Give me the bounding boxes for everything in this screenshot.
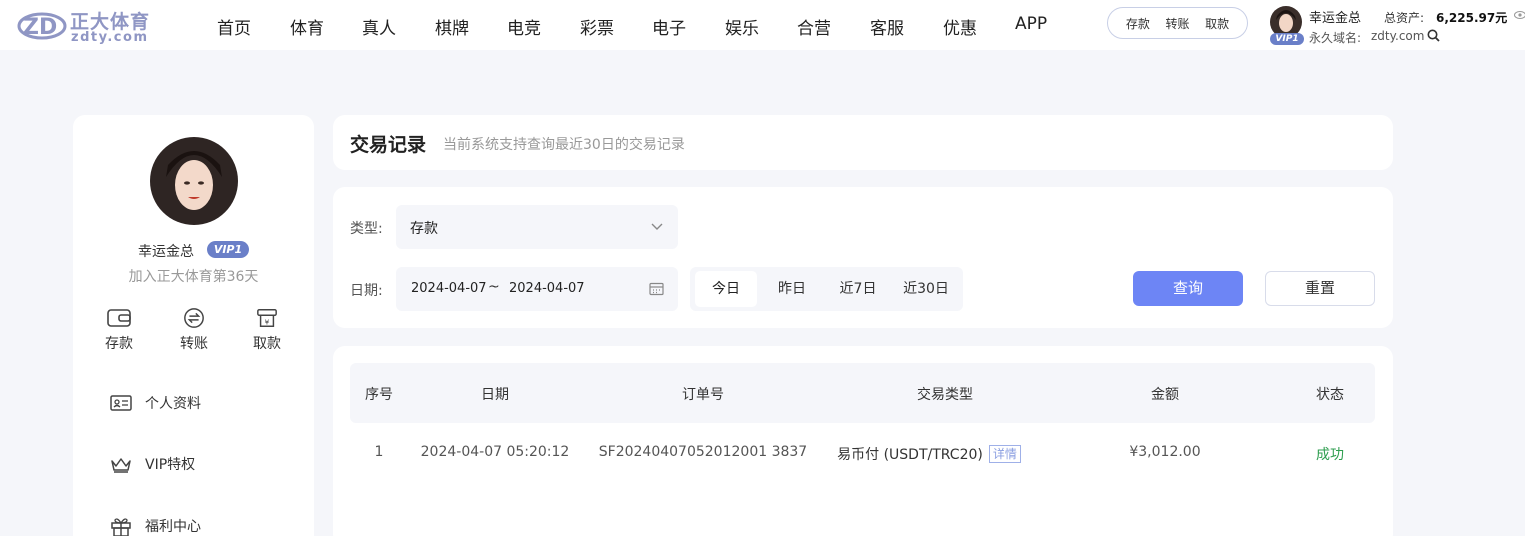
nav-item-affiliate[interactable]: 合营 (797, 14, 831, 39)
quick-range-group: 今日 昨日 近7日 近30日 (690, 267, 963, 311)
sidebar-vip-badge: VIP1 (207, 241, 249, 258)
cell-date: 2024-04-07 05:20:12 (420, 444, 570, 460)
column-header-amount: 金额 (1151, 387, 1179, 403)
range-yesterday-button[interactable]: 昨日 (762, 271, 822, 307)
range-7days-button[interactable]: 近7日 (827, 271, 889, 307)
page-title: 交易记录 (350, 134, 427, 156)
cell-transaction-type: 易币付 (USDT/TRC20) 详情 (824, 444, 1034, 464)
quick-withdraw-label: 取款 (253, 336, 281, 352)
column-header-status: 状态 (1316, 387, 1344, 403)
range-30days-button[interactable]: 近30日 (894, 271, 958, 307)
sidebar-item-label: 个人资料 (145, 396, 201, 412)
brand-domain: zdty.com (71, 30, 149, 45)
date-separator: ~ (488, 279, 500, 295)
header-vip-badge: VIP1 (1270, 33, 1304, 45)
svg-text:ZD: ZD (23, 15, 57, 40)
sidebar-item-vip[interactable]: VIP特权 (109, 452, 195, 476)
transaction-type-text: 易币付 (USDT/TRC20) (837, 447, 983, 463)
chevron-down-icon (651, 223, 663, 230)
date-to-value[interactable]: 2024-04-07 (509, 281, 585, 296)
header-wallet-actions: 存款 转账 取款 (1107, 7, 1248, 39)
table-header: 序号 日期 订单号 交易类型 金额 状态 (350, 363, 1375, 423)
cell-amount: ¥3,012.00 (1129, 444, 1201, 460)
nav-item-entertainment[interactable]: 娱乐 (725, 14, 759, 39)
header-assets-value: 6,225.97元 (1436, 11, 1508, 25)
account-sidebar: 幸运金总 VIP1 加入正大体育第36天 存款 转账 ¥ 取款 个人资料 VIP… (73, 115, 314, 536)
nav-item-live[interactable]: 真人 (362, 14, 396, 39)
query-button[interactable]: 查询 (1133, 271, 1243, 306)
header-domain-label: 永久域名: (1309, 31, 1362, 45)
transaction-type-select[interactable]: 存款 (396, 205, 678, 249)
column-header-order: 订单号 (682, 387, 724, 403)
page-title-card: 交易记录 当前系统支持查询最近30日的交易记录 (333, 115, 1393, 170)
nav-item-promotions[interactable]: 优惠 (943, 14, 977, 39)
nav-item-service[interactable]: 客服 (870, 14, 904, 39)
cell-index: 1 (374, 444, 384, 460)
nav-item-lottery[interactable]: 彩票 (580, 14, 614, 39)
range-today-button[interactable]: 今日 (695, 271, 757, 307)
sidebar-item-profile[interactable]: 个人资料 (109, 391, 201, 415)
header-assets-label: 总资产: (1384, 11, 1425, 25)
column-header-index: 序号 (365, 387, 393, 403)
quick-deposit-button[interactable]: 存款 (94, 307, 144, 353)
wallet-icon (107, 309, 131, 327)
header-transfer-link[interactable]: 转账 (1165, 15, 1189, 32)
header-deposit-link[interactable]: 存款 (1126, 15, 1150, 32)
nav-item-sports[interactable]: 体育 (290, 14, 324, 39)
quick-withdraw-button[interactable]: ¥ 取款 (242, 307, 292, 353)
sidebar-avatar[interactable] (150, 137, 238, 225)
date-label: 日期: (350, 283, 383, 299)
quick-transfer-button[interactable]: 转账 (169, 307, 219, 353)
search-icon[interactable] (1427, 29, 1440, 42)
header-username[interactable]: 幸运金总 (1309, 7, 1361, 26)
id-card-icon (110, 395, 132, 411)
sidebar-item-label: VIP特权 (145, 457, 196, 473)
sidebar-username: 幸运金总 (138, 244, 194, 260)
gift-icon (111, 518, 131, 536)
filter-panel: 类型: 存款 日期: 2024-04-07 ~ 2024-04-07 今日 昨日… (333, 187, 1393, 328)
avatar-portrait-icon (150, 137, 238, 225)
quick-deposit-label: 存款 (105, 336, 133, 352)
nav-item-home[interactable]: 首页 (217, 14, 251, 39)
header-withdraw-link[interactable]: 取款 (1205, 15, 1229, 32)
reset-button[interactable]: 重置 (1265, 271, 1375, 306)
top-header: ZD 正大体育 zdty.com 首页 体育 真人 棋牌 电竞 彩票 电子 娱乐… (0, 0, 1525, 50)
nav-item-esports[interactable]: 电竞 (507, 14, 541, 39)
logo-mark-icon: ZD (17, 12, 67, 40)
cell-order-number: SF20240407052012001 3837 (598, 444, 808, 460)
crown-icon (111, 458, 131, 473)
type-label: 类型: (350, 221, 383, 237)
sidebar-item-welfare[interactable]: 福利中心 (109, 514, 201, 536)
detail-link[interactable]: 详情 (988, 445, 1021, 463)
withdraw-icon: ¥ (257, 309, 277, 327)
page-subtitle: 当前系统支持查询最近30日的交易记录 (443, 137, 685, 153)
svg-text:¥: ¥ (265, 317, 270, 326)
calendar-icon (649, 282, 664, 296)
date-from-value[interactable]: 2024-04-07 (411, 281, 487, 296)
sidebar-item-label: 福利中心 (145, 519, 201, 535)
status-badge: 成功 (1316, 447, 1344, 463)
nav-item-cards[interactable]: 棋牌 (435, 14, 469, 39)
column-header-date: 日期 (481, 387, 509, 403)
transactions-table: 序号 日期 订单号 交易类型 金额 状态 1 2024-04-07 05:20:… (333, 346, 1393, 536)
sidebar-join-days: 加入正大体育第36天 (128, 269, 259, 285)
brand-logo[interactable]: ZD 正大体育 zdty.com (17, 4, 167, 46)
transfer-icon (184, 308, 204, 328)
header-domain-value: zdty.com (1371, 29, 1425, 43)
nav-item-app[interactable]: APP (1015, 14, 1047, 34)
column-header-type: 交易类型 (917, 387, 973, 403)
quick-transfer-label: 转账 (180, 336, 208, 352)
date-range-picker[interactable]: 2024-04-07 ~ 2024-04-07 (396, 267, 678, 311)
eye-icon[interactable] (1514, 9, 1525, 21)
type-selected-value: 存款 (410, 221, 438, 237)
nav-item-slots[interactable]: 电子 (652, 14, 686, 39)
